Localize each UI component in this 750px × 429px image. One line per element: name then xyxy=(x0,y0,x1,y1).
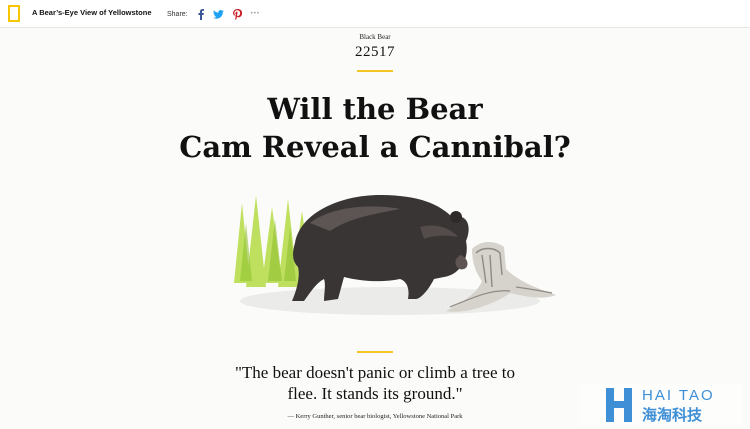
watermark: HAI TAO 海淘科技 xyxy=(580,384,743,425)
accent-rule-bottom xyxy=(357,351,393,353)
top-bar: A Bear’s-Eye View of Yellowstone Share: … xyxy=(0,0,750,28)
accent-rule-top xyxy=(357,70,393,72)
page-title: Will the Bear Cam Reveal a Cannibal? xyxy=(100,90,650,166)
headline-line-1: Will the Bear xyxy=(267,92,483,126)
quote-line-2: flee. It stands its ground." xyxy=(287,384,463,403)
pull-quote: "The bear doesn't panic or climb a tree … xyxy=(190,362,560,404)
haitao-logo-icon xyxy=(606,388,632,422)
eyebrow-label: Black Bear xyxy=(359,33,391,41)
bear-illustration xyxy=(234,195,556,315)
bear-number: 22517 xyxy=(355,44,395,60)
nat-geo-logo-icon[interactable] xyxy=(8,5,20,22)
more-icon[interactable]: ••• xyxy=(251,11,260,17)
twitter-icon[interactable] xyxy=(212,9,224,19)
headline-line-2: Cam Reveal a Cannibal? xyxy=(179,130,571,164)
facebook-icon[interactable] xyxy=(198,8,204,20)
quote-line-1: "The bear doesn't panic or climb a tree … xyxy=(234,363,515,382)
watermark-latin: HAI TAO xyxy=(642,387,715,404)
site-title[interactable]: A Bear’s-Eye View of Yellowstone xyxy=(32,8,152,17)
watermark-chinese: 海淘科技 xyxy=(642,406,703,424)
share-bar: Share: ••• xyxy=(167,7,260,21)
pinterest-icon[interactable] xyxy=(232,8,242,20)
share-label: Share: xyxy=(167,10,188,18)
